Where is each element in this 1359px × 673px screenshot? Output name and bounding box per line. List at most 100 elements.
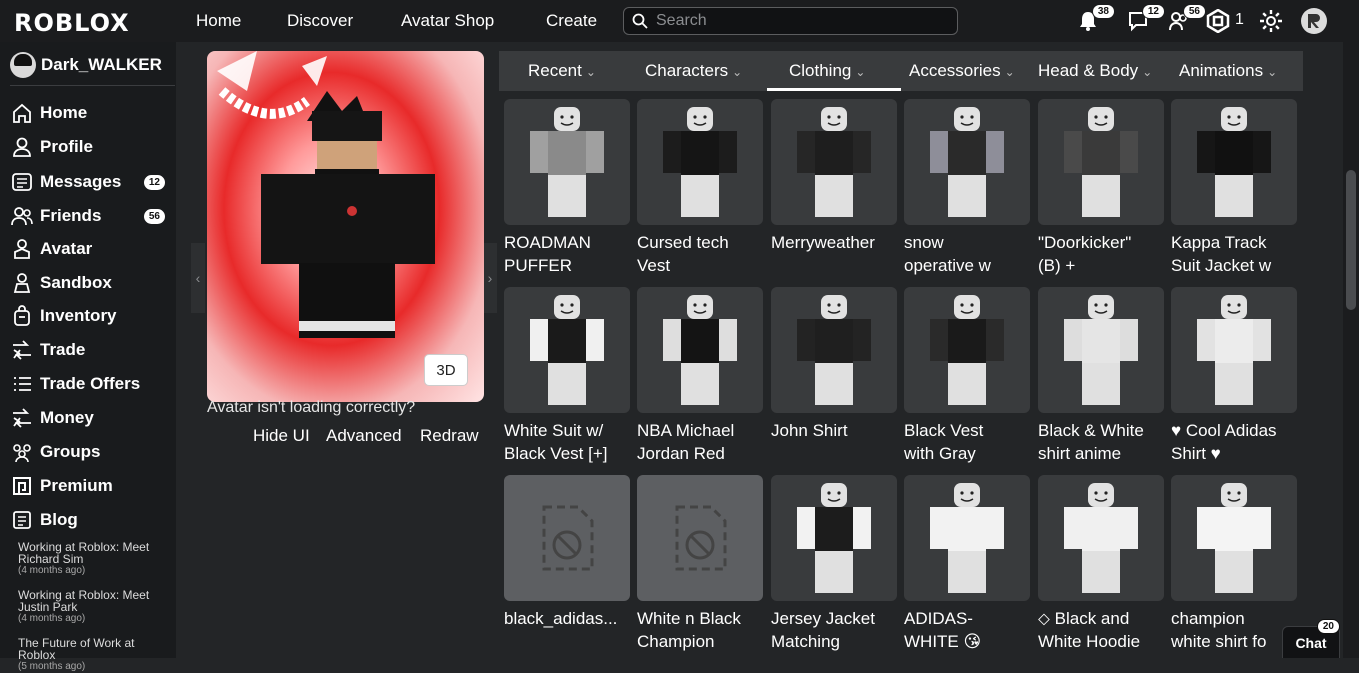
- item-card[interactable]: black_adidas...: [504, 475, 630, 653]
- sidebar-item-friends[interactable]: Friends 56: [10, 202, 170, 230]
- item-thumbnail[interactable]: [1171, 287, 1297, 413]
- tab-characters[interactable]: Characters ⌄: [645, 61, 742, 81]
- sidebar-item-messages[interactable]: Messages 12: [10, 168, 170, 196]
- sidebar-item-trade-offers[interactable]: Trade Offers: [10, 370, 170, 398]
- item-card[interactable]: Cursed tech Vest: [637, 99, 763, 277]
- nav-avatar-shop[interactable]: Avatar Shop: [401, 11, 494, 31]
- carousel-next-arrow[interactable]: ›: [483, 243, 497, 313]
- sidebar-user[interactable]: Dark_WALKER: [10, 52, 162, 78]
- item-thumbnail[interactable]: [1038, 287, 1164, 413]
- item-thumbnail[interactable]: [504, 475, 630, 601]
- carousel-prev-arrow[interactable]: ‹: [191, 243, 205, 313]
- tab-head-body[interactable]: Head & Body ⌄: [1038, 61, 1152, 81]
- sidebar-item-home[interactable]: Home: [10, 99, 170, 127]
- blog-entry[interactable]: Working at Roblox: Meet Justin Park (4 m…: [18, 589, 168, 625]
- item-card[interactable]: White n Black Champion: [637, 475, 763, 653]
- item-card[interactable]: ♥ Cool Adidas Shirt ♥: [1171, 287, 1297, 465]
- item-card[interactable]: "Doorkicker" (B) +: [1038, 99, 1164, 277]
- item-thumbnail[interactable]: [1171, 99, 1297, 225]
- redraw-link[interactable]: Redraw: [420, 426, 479, 446]
- item-name[interactable]: White n Black Champion: [637, 607, 763, 653]
- avatar-preview[interactable]: 3D: [207, 51, 484, 402]
- toggle-3d-button[interactable]: 3D: [424, 354, 468, 386]
- nav-home[interactable]: Home: [196, 11, 241, 31]
- item-card[interactable]: Merryweather: [771, 99, 897, 277]
- account-avatar-button[interactable]: [1301, 8, 1327, 34]
- notifications-button[interactable]: 38: [1075, 4, 1115, 34]
- item-name[interactable]: champion white shirt fo: [1171, 607, 1297, 653]
- settings-button[interactable]: [1258, 8, 1284, 34]
- item-card[interactable]: snow operative w: [904, 99, 1030, 277]
- blog-entry-date: (4 months ago): [18, 565, 86, 576]
- friends-button[interactable]: 56: [1166, 4, 1206, 34]
- item-thumbnail[interactable]: [504, 287, 630, 413]
- item-name[interactable]: ♥ Cool Adidas Shirt ♥: [1171, 419, 1297, 465]
- item-name[interactable]: Merryweather: [771, 231, 897, 277]
- nav-create[interactable]: Create: [546, 11, 597, 31]
- item-thumbnail[interactable]: [637, 287, 763, 413]
- item-thumbnail[interactable]: [904, 475, 1030, 601]
- nav-discover[interactable]: Discover: [287, 11, 353, 31]
- sidebar-item-premium[interactable]: Premium: [10, 472, 170, 500]
- item-name[interactable]: black_adidas...: [504, 607, 630, 653]
- item-card[interactable]: champion white shirt fo: [1171, 475, 1297, 653]
- blog-entry[interactable]: The Future of Work at Roblox (5 months a…: [18, 637, 168, 673]
- item-thumbnail[interactable]: [1038, 99, 1164, 225]
- tab-accessories[interactable]: Accessories ⌄: [909, 61, 1015, 81]
- blog-entry[interactable]: Working at Roblox: Meet Richard Sim (4 m…: [18, 541, 168, 577]
- sidebar-item-trade[interactable]: Trade: [10, 336, 170, 364]
- sidebar-item-profile[interactable]: Profile: [10, 133, 170, 161]
- item-thumbnail[interactable]: [904, 287, 1030, 413]
- item-name[interactable]: ROADMAN PUFFER: [504, 231, 630, 277]
- messages-button[interactable]: 12: [1125, 4, 1165, 34]
- robux-button[interactable]: [1205, 8, 1231, 34]
- item-card[interactable]: Jersey Jacket Matching: [771, 475, 897, 653]
- item-card[interactable]: Black & White shirt anime: [1038, 287, 1164, 465]
- sidebar-item-blog[interactable]: Blog: [10, 506, 170, 534]
- item-name[interactable]: John Shirt: [771, 419, 897, 465]
- hide-ui-link[interactable]: Hide UI: [253, 426, 310, 446]
- item-thumbnail[interactable]: [771, 99, 897, 225]
- item-card[interactable]: ADIDAS- WHITE 😘: [904, 475, 1030, 653]
- item-thumbnail[interactable]: [504, 99, 630, 225]
- item-thumbnail[interactable]: [771, 475, 897, 601]
- item-card[interactable]: ⬦ Black and White Hoodie: [1038, 475, 1164, 653]
- chat-button[interactable]: Chat 20: [1282, 619, 1340, 658]
- page-scrollbar[interactable]: [1343, 42, 1359, 658]
- item-card[interactable]: Black Vest with Gray: [904, 287, 1030, 465]
- item-thumbnail[interactable]: [904, 99, 1030, 225]
- item-name[interactable]: "Doorkicker" (B) +: [1038, 231, 1164, 277]
- item-name[interactable]: NBA Michael Jordan Red: [637, 419, 763, 465]
- sidebar-item-avatar[interactable]: Avatar: [10, 235, 170, 263]
- item-thumbnail[interactable]: [637, 99, 763, 225]
- item-card[interactable]: NBA Michael Jordan Red: [637, 287, 763, 465]
- tab-animations[interactable]: Animations ⌄: [1179, 61, 1277, 81]
- sidebar-item-money[interactable]: Money: [10, 404, 170, 432]
- tab-clothing[interactable]: Clothing ⌄: [789, 61, 865, 81]
- sidebar-item-inventory[interactable]: Inventory: [10, 302, 170, 330]
- sidebar-item-sandbox[interactable]: Sandbox: [10, 269, 170, 297]
- search-box[interactable]: Search: [623, 7, 958, 35]
- item-card[interactable]: ROADMAN PUFFER: [504, 99, 630, 277]
- item-name[interactable]: White Suit w/ Black Vest [+]: [504, 419, 630, 465]
- item-name[interactable]: ⬦ Black and White Hoodie: [1038, 607, 1164, 653]
- advanced-link[interactable]: Advanced: [326, 426, 402, 446]
- item-card[interactable]: White Suit w/ Black Vest [+]: [504, 287, 630, 465]
- item-card[interactable]: Kappa Track Suit Jacket w: [1171, 99, 1297, 277]
- item-thumbnail[interactable]: [1038, 475, 1164, 601]
- item-name[interactable]: snow operative w: [904, 231, 1030, 277]
- item-name[interactable]: Cursed tech Vest: [637, 231, 763, 277]
- item-card[interactable]: John Shirt: [771, 287, 897, 465]
- tab-recent[interactable]: Recent ⌄: [528, 61, 596, 81]
- item-name[interactable]: Black Vest with Gray: [904, 419, 1030, 465]
- sidebar-item-groups[interactable]: Groups: [10, 438, 170, 466]
- scrollbar-thumb[interactable]: [1346, 170, 1356, 310]
- item-name[interactable]: ADIDAS- WHITE 😘: [904, 607, 1030, 653]
- item-thumbnail[interactable]: [1171, 475, 1297, 601]
- item-name[interactable]: Kappa Track Suit Jacket w: [1171, 231, 1297, 277]
- roblox-logo[interactable]: ROBLOX: [14, 9, 130, 37]
- item-thumbnail[interactable]: [637, 475, 763, 601]
- item-name[interactable]: Black & White shirt anime: [1038, 419, 1164, 465]
- item-name[interactable]: Jersey Jacket Matching: [771, 607, 897, 653]
- item-thumbnail[interactable]: [771, 287, 897, 413]
